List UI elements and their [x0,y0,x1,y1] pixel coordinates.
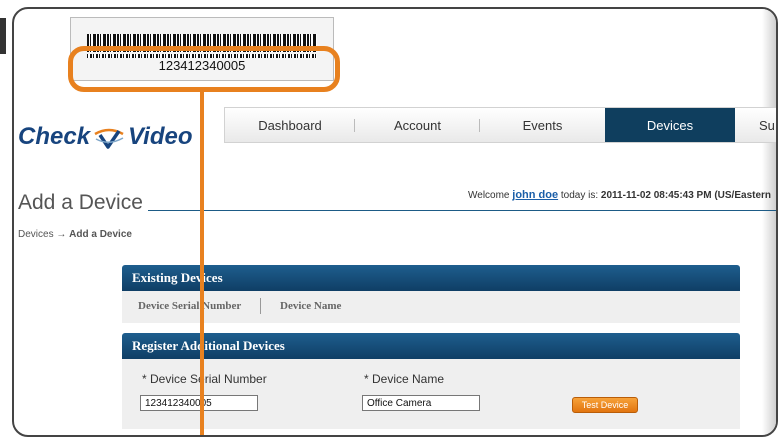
logo-text-check: Check [18,123,91,150]
main-nav: Dashboard Account Events Devices Su [224,107,776,143]
serial-number-label: * Device Serial Number [142,372,267,386]
welcome-bar: Welcome john doe today is: 2011-11-02 08… [468,189,772,201]
browser-frame: 123412340005 Check Video Dashboard Accou… [12,7,778,437]
frame-edge-shadow [762,9,776,435]
checkvideo-logo[interactable]: Check Video [18,123,193,151]
barcode-highlight-ring [68,46,340,92]
user-link[interactable]: john doe [512,189,558,201]
page-title: Add a Device [18,191,143,214]
tab-account[interactable]: Account [355,108,480,142]
breadcrumb-current: Add a Device [69,229,132,240]
test-device-button[interactable]: Test Device [572,397,638,413]
tab-devices[interactable]: Devices [605,108,735,142]
column-device-serial-number[interactable]: Device Serial Number [138,300,241,312]
tab-dashboard[interactable]: Dashboard [225,108,355,142]
logo-check-icon [94,128,124,149]
tab-support[interactable]: Su [735,108,776,142]
tab-events[interactable]: Events [480,108,605,142]
register-devices-header: Register Additional Devices [122,333,740,359]
serial-number-input[interactable] [140,395,258,411]
column-divider [260,298,261,314]
edge-mark [0,18,6,54]
title-rule [148,210,776,211]
register-devices-form: * Device Serial Number * Device Name Tes… [122,359,740,429]
device-name-input[interactable] [362,395,480,411]
breadcrumb: Devices → Add a Device [18,229,132,240]
current-datetime: 2011-11-02 08:45:43 PM (US/Eastern [600,190,772,201]
breadcrumb-devices[interactable]: Devices [18,229,54,240]
column-device-name[interactable]: Device Name [280,300,341,312]
existing-devices-header: Existing Devices [122,265,740,291]
existing-devices-table: Device Serial Number Device Name [122,291,740,323]
logo-text-video: Video [128,123,193,150]
breadcrumb-arrow-icon: → [56,229,67,240]
device-name-label: * Device Name [364,372,445,386]
callout-pointer-line [200,92,204,435]
